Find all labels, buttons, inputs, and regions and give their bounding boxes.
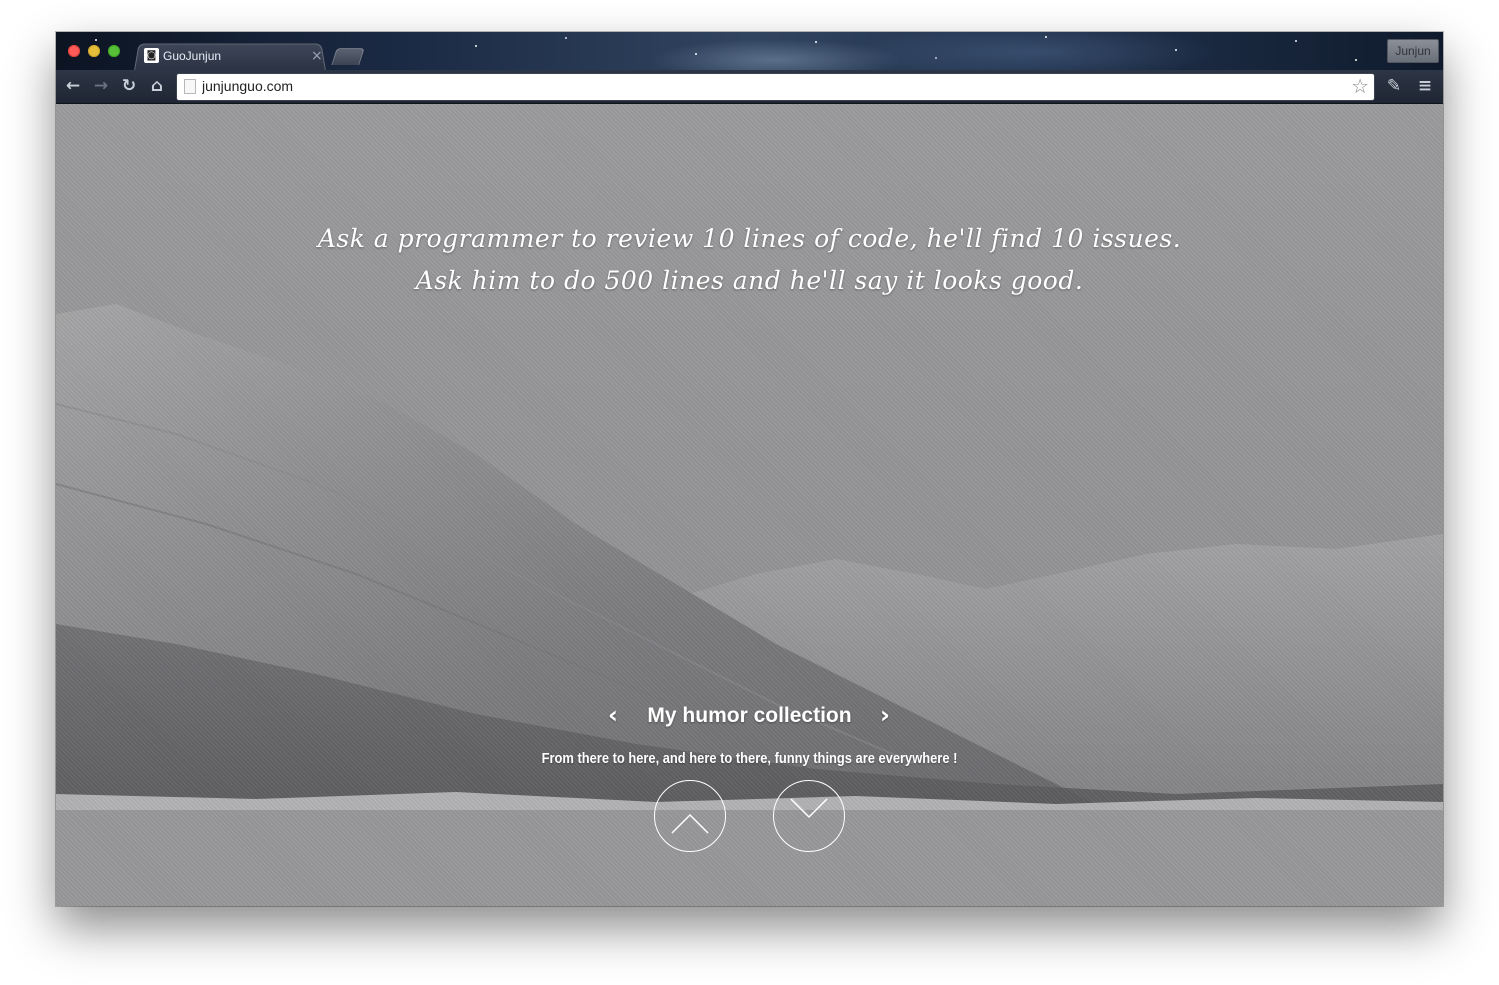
browser-window: ◙ GuoJunjun × Junjun ← → ↻ ⌂ ☆ ✎ ≡ (56, 32, 1443, 906)
page-content: Ask a programmer to review 10 lines of c… (56, 104, 1443, 906)
scroll-up-button[interactable] (654, 780, 726, 852)
carousel-title: My humor collection (647, 704, 852, 727)
chevron-down-icon (790, 798, 828, 819)
reload-icon[interactable]: ↻ (116, 70, 142, 103)
humor-quote: Ask a programmer to review 10 lines of c… (56, 218, 1443, 302)
tab-title[interactable]: GuoJunjun (163, 49, 221, 63)
scroll-down-button[interactable] (773, 780, 845, 852)
camera-favicon-icon: ◙ (144, 48, 159, 63)
quote-line-1: Ask a programmer to review 10 lines of c… (317, 224, 1182, 253)
next-chevron-icon[interactable]: › (873, 700, 897, 730)
page-icon (184, 79, 196, 94)
tab-content: ◙ GuoJunjun × (144, 46, 324, 68)
profile-button[interactable]: Junjun (1387, 39, 1439, 63)
url-input[interactable] (202, 75, 1342, 97)
tab-close-icon[interactable]: × (311, 48, 323, 64)
minimize-window-button[interactable] (88, 45, 100, 57)
forward-arrow-icon[interactable]: → (88, 70, 114, 103)
chevron-up-icon (671, 813, 709, 834)
zoom-window-button[interactable] (108, 45, 120, 57)
toolbar: ← → ↻ ⌂ ☆ ✎ ≡ (56, 70, 1443, 104)
home-icon[interactable]: ⌂ (144, 70, 170, 103)
extension-pencil-icon[interactable]: ✎ (1381, 70, 1407, 103)
bookmark-star-icon[interactable]: ☆ (1351, 74, 1369, 98)
quote-line-2: Ask him to do 500 lines and he'll say it… (415, 266, 1084, 295)
menu-hamburger-icon[interactable]: ≡ (1412, 70, 1438, 103)
carousel-subtitle: From there to here, and here to there, f… (541, 750, 958, 767)
address-bar[interactable]: ☆ (176, 73, 1375, 101)
title-bar: ◙ GuoJunjun × Junjun (56, 32, 1443, 71)
new-tab-button[interactable] (331, 48, 365, 65)
close-window-button[interactable] (68, 45, 80, 57)
back-arrow-icon[interactable]: ← (60, 70, 86, 103)
